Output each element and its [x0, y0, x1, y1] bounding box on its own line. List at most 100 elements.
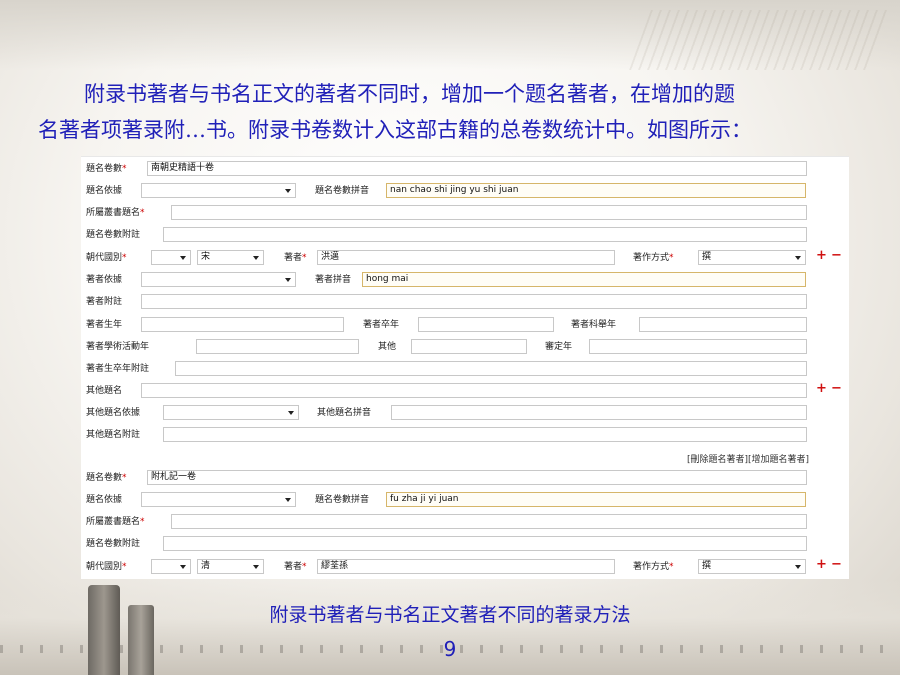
author-note-label: 著者附註 [86, 297, 123, 307]
other-input[interactable] [411, 339, 527, 354]
row-title-basis-2: 題名依據 題名卷數拼音 fu zha ji yi juan [81, 490, 849, 510]
author-note-input[interactable] [141, 294, 807, 309]
exam-year-label: 著者科舉年 [571, 320, 617, 330]
work-mode-select[interactable]: 撰 [698, 250, 806, 265]
chevron-down-icon [285, 498, 291, 502]
row-title-volumes: 題名卷數* 南朝史精語十卷 [81, 159, 849, 179]
row-other-title: 其他題名 + − [81, 381, 849, 401]
birth-death-note-input[interactable] [175, 361, 807, 376]
activity-year-label: 著者學術活動年 [86, 342, 150, 352]
intro-line-2: 名著者项著录附…书。附录书卷数计入这部古籍的总卷数统计中。如图所示： [38, 118, 752, 142]
work-mode-select-2[interactable]: 撰 [698, 559, 806, 574]
row-series-title-2: 所屬叢書題名* [81, 512, 849, 532]
add-author-plus-icon[interactable]: + [816, 249, 827, 263]
chevron-down-icon [180, 256, 186, 260]
title-volumes-note-label: 題名卷數附註 [86, 230, 141, 240]
title-volumes-pinyin-input-2[interactable]: fu zha ji yi juan [386, 492, 806, 507]
author-input[interactable]: 洪邁 [317, 250, 615, 265]
author-label: 著者* [284, 253, 307, 263]
author-input-2[interactable]: 繆荃孫 [317, 559, 615, 574]
row-title-volumes-note-2: 題名卷數附註 [81, 534, 849, 554]
row-other-title-basis: 其他題名依據 其他題名拼音 [81, 403, 849, 423]
other-title-basis-label: 其他題名依據 [86, 408, 141, 418]
title-basis-select[interactable] [141, 183, 296, 198]
chevron-down-icon [253, 565, 259, 569]
chevron-down-icon [253, 256, 259, 260]
chevron-down-icon [285, 278, 291, 282]
row-title-volumes-2: 題名卷數* 附札記一卷 [81, 468, 849, 488]
exam-year-input[interactable] [639, 317, 807, 332]
death-year-label: 著者卒年 [363, 320, 400, 330]
row-other-title-note: 其他題名附註 [81, 425, 849, 445]
activity-year-input[interactable] [196, 339, 359, 354]
chevron-down-icon [795, 256, 801, 260]
title-volumes-pinyin-label-2: 題名卷數拼音 [315, 495, 370, 505]
title-volumes-note-label-2: 題名卷數附註 [86, 539, 141, 549]
title-basis-select-2[interactable] [141, 492, 296, 507]
author-basis-select[interactable] [141, 272, 296, 287]
row-series-title: 所屬叢書題名* [81, 203, 849, 223]
chevron-down-icon [288, 411, 294, 415]
dynasty-select-2[interactable]: 清 [197, 559, 264, 574]
title-volumes-label: 題名卷數* [86, 164, 127, 174]
birth-year-input[interactable] [141, 317, 344, 332]
series-title-input-2[interactable] [171, 514, 807, 529]
other-title-basis-select[interactable] [163, 405, 299, 420]
page-number: 9 [443, 637, 457, 661]
figure-caption: 附录书著者与书名正文著者不同的著录方法 [269, 604, 631, 626]
title-basis-label: 題名依據 [86, 186, 123, 196]
row-author-years: 著者生年 著者卒年 著者科舉年 [81, 315, 849, 335]
revise-year-input[interactable] [589, 339, 807, 354]
remove-author-minus-icon[interactable]: − [831, 249, 842, 263]
chevron-down-icon [285, 189, 291, 193]
title-volumes-input-2[interactable]: 附札記一卷 [147, 470, 807, 485]
other-title-pinyin-label: 其他題名拼音 [317, 408, 372, 418]
chevron-down-icon [795, 565, 801, 569]
remove-other-title-minus-icon[interactable]: − [831, 382, 842, 396]
row-author-links: [刪除題名著者][增加題名著者] [81, 449, 849, 469]
death-year-input[interactable] [418, 317, 554, 332]
row-author-basis: 著者依據 著者拼音 hong mai [81, 270, 849, 290]
add-author-plus-icon-2[interactable]: + [816, 558, 827, 572]
author-pinyin-input[interactable]: hong mai [362, 272, 806, 287]
author-pinyin-label: 著者拼音 [315, 275, 352, 285]
title-volumes-note-input-2[interactable] [163, 536, 807, 551]
remove-author-minus-icon-2[interactable]: − [831, 558, 842, 572]
series-title-input[interactable] [171, 205, 807, 220]
background-scroll-texture [629, 10, 891, 70]
row-author-note: 著者附註 [81, 292, 849, 312]
author-label-2: 著者* [284, 562, 307, 572]
title-volumes-pinyin-label: 題名卷數拼音 [315, 186, 370, 196]
row-birth-death-note: 著者生卒年附註 [81, 359, 849, 379]
add-other-title-plus-icon[interactable]: + [816, 382, 827, 396]
dynasty-label-2: 朝代國別* [86, 562, 127, 572]
delete-title-author-link[interactable]: [刪除題名著者] [687, 455, 748, 465]
row-title-volumes-note: 題名卷數附註 [81, 225, 849, 245]
work-mode-label-2: 著作方式* [633, 562, 674, 572]
other-title-pinyin-input[interactable] [391, 405, 807, 420]
title-basis-label-2: 題名依據 [86, 495, 123, 505]
row-title-basis: 題名依據 題名卷數拼音 nan chao shi jing yu shi jua… [81, 181, 849, 201]
birth-death-note-label: 著者生卒年附註 [86, 364, 150, 374]
author-links: [刪除題名著者][增加題名著者] [687, 452, 809, 465]
other-title-label: 其他題名 [86, 386, 123, 396]
title-volumes-pinyin-input[interactable]: nan chao shi jing yu shi juan [386, 183, 806, 198]
row-dynasty-author: 朝代國別* 宋 著者* 洪邁 著作方式* 撰 + − [81, 248, 849, 268]
chevron-down-icon [180, 565, 186, 569]
other-title-note-input[interactable] [163, 427, 807, 442]
catalog-form-screenshot: 題名卷數* 南朝史精語十卷 題名依據 題名卷數拼音 nan chao shi j… [81, 156, 849, 579]
dynasty-select[interactable]: 宋 [197, 250, 264, 265]
birth-year-label: 著者生年 [86, 320, 123, 330]
dynasty-country-select[interactable] [151, 250, 191, 265]
other-title-input[interactable] [141, 383, 807, 398]
intro-line-1: 附录书著者与书名正文的著者不同时，增加一个题名著者，在增加的题 [84, 82, 735, 106]
title-volumes-input[interactable]: 南朝史精語十卷 [147, 161, 807, 176]
series-title-label: 所屬叢書題名* [86, 208, 145, 218]
other-title-note-label: 其他題名附註 [86, 430, 141, 440]
dynasty-country-select-2[interactable] [151, 559, 191, 574]
add-title-author-link[interactable]: [增加題名著者] [748, 455, 809, 465]
title-volumes-note-input[interactable] [163, 227, 807, 242]
background-stone-post [88, 585, 120, 675]
title-volumes-label-2: 題名卷數* [86, 473, 127, 483]
work-mode-label: 著作方式* [633, 253, 674, 263]
